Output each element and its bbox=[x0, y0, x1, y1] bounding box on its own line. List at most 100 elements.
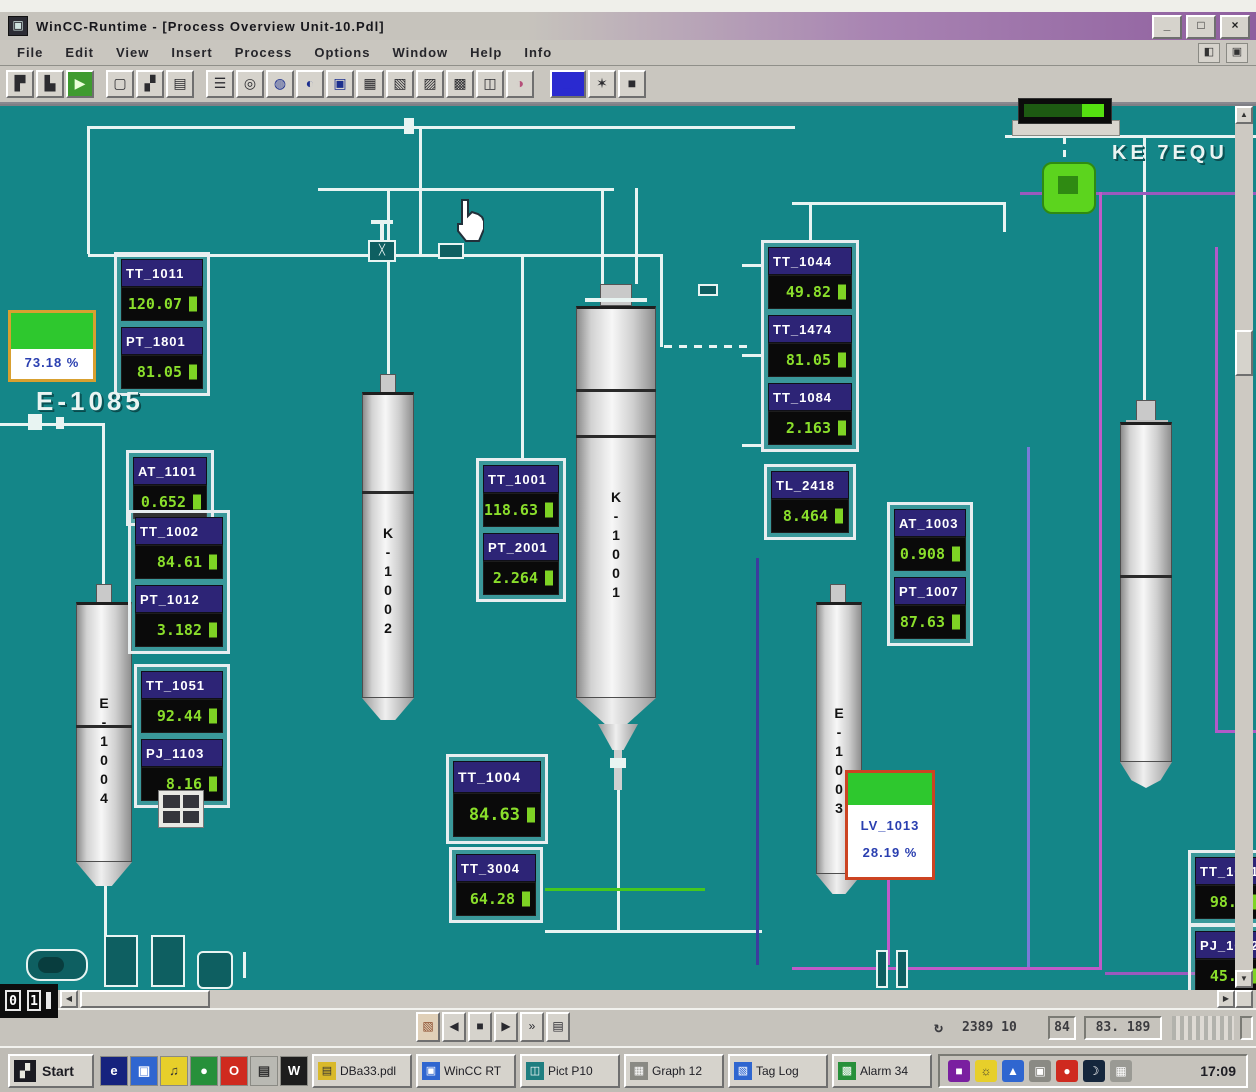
scroll-up-arrow[interactable]: ▲ bbox=[1235, 106, 1253, 124]
pin-icon[interactable]: ◧ bbox=[1198, 43, 1220, 63]
menu-edit[interactable]: Edit bbox=[54, 45, 105, 60]
start-button[interactable]: ▞ Start bbox=[8, 1054, 94, 1088]
level-indicator-right[interactable]: LV_1013 28.19 % bbox=[845, 770, 935, 880]
refresh-icon[interactable]: ↻ bbox=[934, 1018, 943, 1036]
run-icon[interactable]: ▶ bbox=[66, 70, 94, 98]
drum[interactable] bbox=[104, 935, 138, 987]
readout-TT_1001[interactable]: TT_1001 118.63 bbox=[483, 465, 559, 527]
readout-AT_1003[interactable]: AT_1003 0.908 bbox=[894, 509, 966, 571]
readout-PT_1007[interactable]: PT_1007 87.63 bbox=[894, 577, 966, 639]
mini-button-panel[interactable] bbox=[158, 790, 204, 828]
inline-valve[interactable] bbox=[698, 284, 718, 296]
readout-PT_1801[interactable]: PT_1801 81.05 bbox=[121, 327, 203, 389]
menu-process[interactable]: Process bbox=[224, 45, 304, 60]
close-button[interactable]: × bbox=[1220, 15, 1250, 39]
tray-volume-icon[interactable]: ■ bbox=[948, 1060, 970, 1082]
color-field-icon[interactable]: ■ bbox=[618, 70, 646, 98]
quick-launch-word-icon[interactable]: W bbox=[280, 1056, 308, 1086]
readout-TT_1044[interactable]: TT_1044 49.82 bbox=[768, 247, 852, 309]
readout-TT_1084[interactable]: TT_1084 2.163 bbox=[768, 383, 852, 445]
link-icon[interactable]: ◑ bbox=[506, 70, 534, 98]
menu-insert[interactable]: Insert bbox=[160, 45, 223, 60]
open-icon[interactable]: ▛ bbox=[6, 70, 34, 98]
tray-monitor-icon[interactable]: ▦ bbox=[1110, 1060, 1132, 1082]
alarms-icon[interactable]: ▦ bbox=[356, 70, 384, 98]
menu-options[interactable]: Options bbox=[303, 45, 381, 60]
level-indicator-left[interactable]: 73.18 % bbox=[8, 310, 96, 382]
green-valve[interactable] bbox=[1042, 162, 1096, 214]
scroll-thumb[interactable] bbox=[1235, 330, 1253, 376]
scroll-down-arrow[interactable]: ▼ bbox=[1235, 970, 1253, 988]
quick-launch-desktop-icon[interactable]: ▣ bbox=[130, 1056, 158, 1086]
tags-icon[interactable]: ▣ bbox=[326, 70, 354, 98]
task-button-3[interactable]: ◫ Pict P10 bbox=[520, 1054, 620, 1088]
vessel-K1002[interactable]: K-1002 bbox=[362, 392, 414, 698]
vertical-scrollbar[interactable]: ▲ ▼ bbox=[1235, 106, 1253, 988]
new-picture-icon[interactable]: ▢ bbox=[106, 70, 134, 98]
valve[interactable]: ╳ bbox=[368, 240, 396, 262]
pan-icon[interactable]: ◍ bbox=[266, 70, 294, 98]
zoom-icon[interactable]: ◎ bbox=[236, 70, 264, 98]
save-icon[interactable]: ▙ bbox=[36, 70, 64, 98]
horizontal-scrollbar[interactable]: ◀ ▶ bbox=[0, 990, 1235, 1008]
rotate-icon[interactable]: ◐ bbox=[296, 70, 324, 98]
menu-info[interactable]: Info bbox=[513, 45, 563, 60]
tray-agent-icon[interactable]: ▲ bbox=[1002, 1060, 1024, 1082]
task-button-6[interactable]: ▩ Alarm 34 bbox=[832, 1054, 932, 1088]
taskbar-clock[interactable]: 17:09 bbox=[1200, 1063, 1236, 1079]
vessel-5[interactable] bbox=[1120, 422, 1172, 762]
pump[interactable] bbox=[197, 951, 233, 989]
scroll-right-arrow[interactable]: ▶ bbox=[1217, 990, 1235, 1008]
nav-home-button[interactable]: ■ bbox=[468, 1012, 492, 1042]
quick-launch-explorer-icon[interactable]: ▤ bbox=[250, 1056, 278, 1086]
layers-icon[interactable]: ▩ bbox=[446, 70, 474, 98]
readout-PT_1012[interactable]: PT_1012 3.182 bbox=[135, 585, 223, 647]
nav-list-button[interactable]: ▤ bbox=[546, 1012, 570, 1042]
select-icon[interactable]: ☰ bbox=[206, 70, 234, 98]
menu-file[interactable]: File bbox=[6, 45, 54, 60]
tray-alarm-icon[interactable]: ● bbox=[1056, 1060, 1078, 1082]
panel-icon[interactable]: ▣ bbox=[1226, 43, 1248, 63]
print-icon[interactable]: ▤ bbox=[166, 70, 194, 98]
vessel-K1001[interactable]: K-1001 bbox=[576, 306, 656, 698]
readout-TT_3004[interactable]: TT_3004 64.28 bbox=[456, 854, 536, 916]
readout-TL_2418[interactable]: TL_2418 8.464 bbox=[771, 471, 849, 533]
scroll-thumb[interactable] bbox=[80, 990, 210, 1008]
nav-next-button[interactable]: ▶ bbox=[494, 1012, 518, 1042]
nav-last-button[interactable]: » bbox=[520, 1012, 544, 1042]
readout-TT_1004[interactable]: TT_1004 84.63 bbox=[453, 761, 541, 837]
task-button-4[interactable]: ▦ Graph 12 bbox=[624, 1054, 724, 1088]
readout-TT_1011[interactable]: TT_1011 120.07 bbox=[121, 259, 203, 321]
drum[interactable] bbox=[151, 935, 185, 987]
vessel-E1004[interactable]: E-1004 bbox=[76, 602, 132, 862]
trends-icon[interactable]: ▧ bbox=[386, 70, 414, 98]
pump[interactable] bbox=[26, 949, 88, 981]
reports-icon[interactable]: ▨ bbox=[416, 70, 444, 98]
readout-PT_2001[interactable]: PT_2001 2.264 bbox=[483, 533, 559, 595]
readout-TT_1474[interactable]: TT_1474 81.05 bbox=[768, 315, 852, 377]
tray-scheduler-icon[interactable]: ☽ bbox=[1083, 1060, 1105, 1082]
task-button-5[interactable]: ▧ Tag Log bbox=[728, 1054, 828, 1088]
scroll-left-arrow[interactable]: ◀ bbox=[60, 990, 78, 1008]
menu-help[interactable]: Help bbox=[459, 45, 513, 60]
readout-TT_1002[interactable]: TT_1002 84.61 bbox=[135, 517, 223, 579]
menu-view[interactable]: View bbox=[105, 45, 160, 60]
menu-window[interactable]: Window bbox=[381, 45, 459, 60]
favorites-icon[interactable]: ✶ bbox=[588, 70, 616, 98]
readout-TT_1051[interactable]: TT_1051 92.44 bbox=[141, 671, 223, 733]
nav-overview-button[interactable]: ▧ bbox=[416, 1012, 440, 1042]
nav-prev-button[interactable]: ◀ bbox=[442, 1012, 466, 1042]
quick-launch-outlook-icon[interactable]: O bbox=[220, 1056, 248, 1086]
minimize-button[interactable]: _ bbox=[1152, 15, 1182, 39]
quick-launch-internet-icon[interactable]: e bbox=[100, 1056, 128, 1086]
grid-icon[interactable]: ◫ bbox=[476, 70, 504, 98]
maximize-button[interactable]: □ bbox=[1186, 15, 1216, 39]
quick-launch-agent-icon[interactable]: ● bbox=[190, 1056, 218, 1086]
tray-network-icon[interactable]: ▣ bbox=[1029, 1060, 1051, 1082]
task-button-1[interactable]: ▤ DBa33.pdl bbox=[312, 1054, 412, 1088]
tray-display-icon[interactable]: ☼ bbox=[975, 1060, 997, 1082]
objects-icon[interactable]: ▥ bbox=[550, 70, 586, 98]
task-button-2[interactable]: ▣ WinCC RT bbox=[416, 1054, 516, 1088]
quick-launch-media-icon[interactable]: ♫ bbox=[160, 1056, 188, 1086]
library-icon[interactable]: ▞ bbox=[136, 70, 164, 98]
